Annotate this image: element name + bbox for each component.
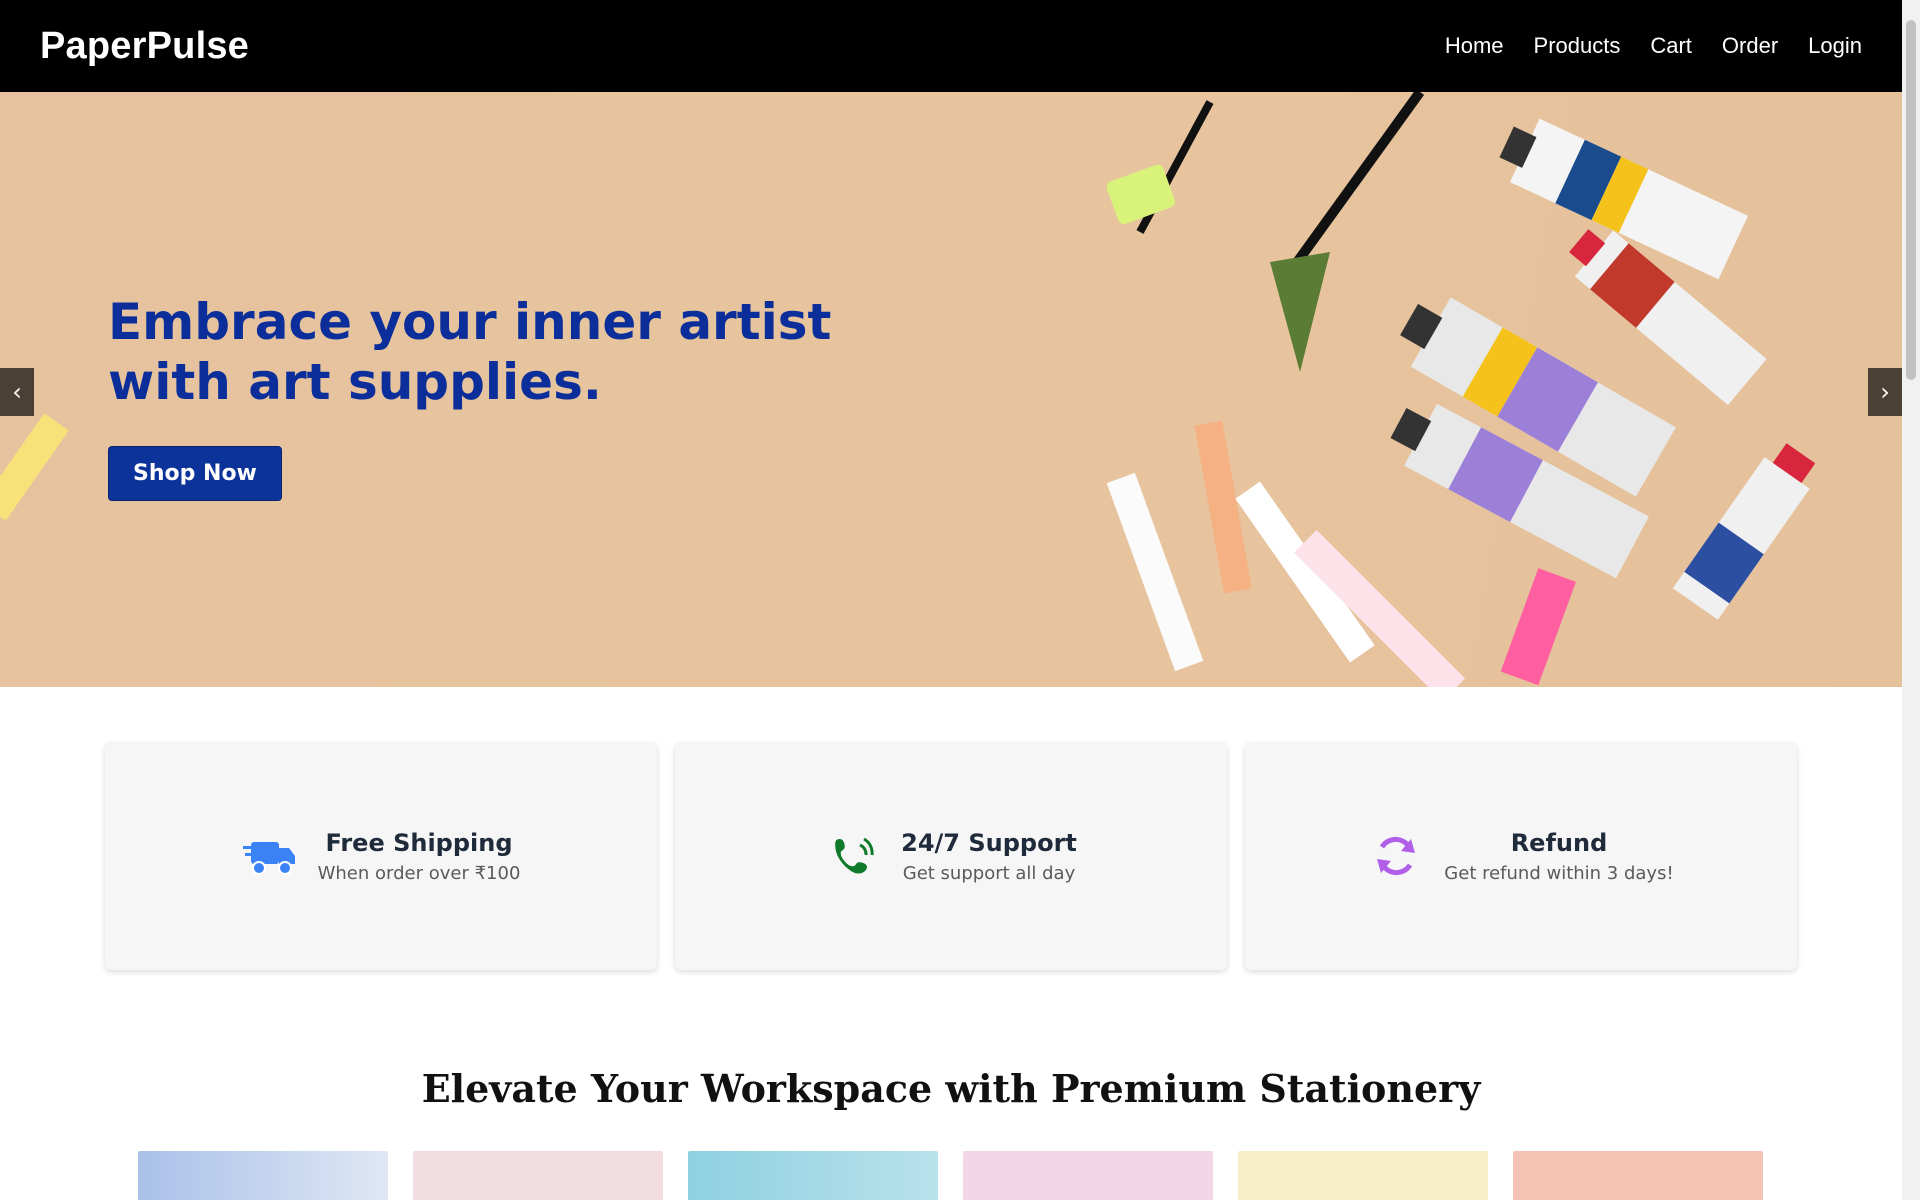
hero-title-line-2: with art supplies. (108, 353, 602, 411)
refresh-icon (1368, 828, 1424, 884)
hero-title: Embrace your inner artist with art suppl… (108, 292, 908, 412)
nav-link-home[interactable]: Home (1445, 33, 1504, 59)
feature-title: Refund (1510, 828, 1608, 857)
feature-title: 24/7 Support (901, 828, 1077, 857)
product-thumbnail[interactable] (138, 1151, 388, 1200)
phone-icon (825, 828, 881, 884)
hero-title-line-1: Embrace your inner artist (108, 293, 832, 351)
product-thumbnail[interactable] (688, 1151, 938, 1200)
scrollbar-thumb[interactable] (1906, 20, 1916, 380)
carousel-next-button[interactable]: › (1868, 368, 1902, 416)
nav-link-products[interactable]: Products (1534, 33, 1621, 59)
brand-logo[interactable]: PaperPulse (40, 25, 249, 68)
product-thumbnail[interactable] (963, 1151, 1213, 1200)
feature-subtitle: Get refund within 3 days! (1444, 862, 1674, 884)
features-row: Free Shipping When order over ₹100 24/7 … (105, 742, 1797, 970)
feature-support: 24/7 Support Get support all day (675, 742, 1227, 970)
truck-icon (242, 828, 298, 884)
product-thumbnail[interactable] (413, 1151, 663, 1200)
carousel-prev-button[interactable]: ‹ (0, 368, 34, 416)
feature-subtitle: Get support all day (902, 862, 1076, 884)
product-thumbnail[interactable] (1513, 1151, 1763, 1200)
top-navbar: PaperPulse Home Products Cart Order Logi… (0, 0, 1902, 92)
nav-link-cart[interactable]: Cart (1650, 33, 1692, 59)
shop-now-button[interactable]: Shop Now (108, 446, 282, 501)
product-thumbnails (138, 1151, 1763, 1200)
product-thumbnail[interactable] (1238, 1151, 1488, 1200)
section-title: Elevate Your Workspace with Premium Stat… (421, 1066, 1481, 1111)
feature-subtitle: When order over ₹100 (317, 862, 521, 884)
feature-title: Free Shipping (325, 828, 513, 857)
feature-refund: Refund Get refund within 3 days! (1245, 742, 1797, 970)
nav-link-order[interactable]: Order (1722, 33, 1778, 59)
nav-link-login[interactable]: Login (1808, 33, 1862, 59)
art-supplies-image (1106, 92, 1816, 687)
hero-text: Embrace your inner artist with art suppl… (108, 292, 908, 501)
hero-carousel: Embrace your inner artist with art suppl… (0, 92, 1902, 687)
page-scrollbar[interactable] (1902, 0, 1920, 1200)
feature-free-shipping: Free Shipping When order over ₹100 (105, 742, 657, 970)
page: PaperPulse Home Products Cart Order Logi… (0, 0, 1920, 1200)
nav-menu: Home Products Cart Order Login (1445, 33, 1862, 59)
